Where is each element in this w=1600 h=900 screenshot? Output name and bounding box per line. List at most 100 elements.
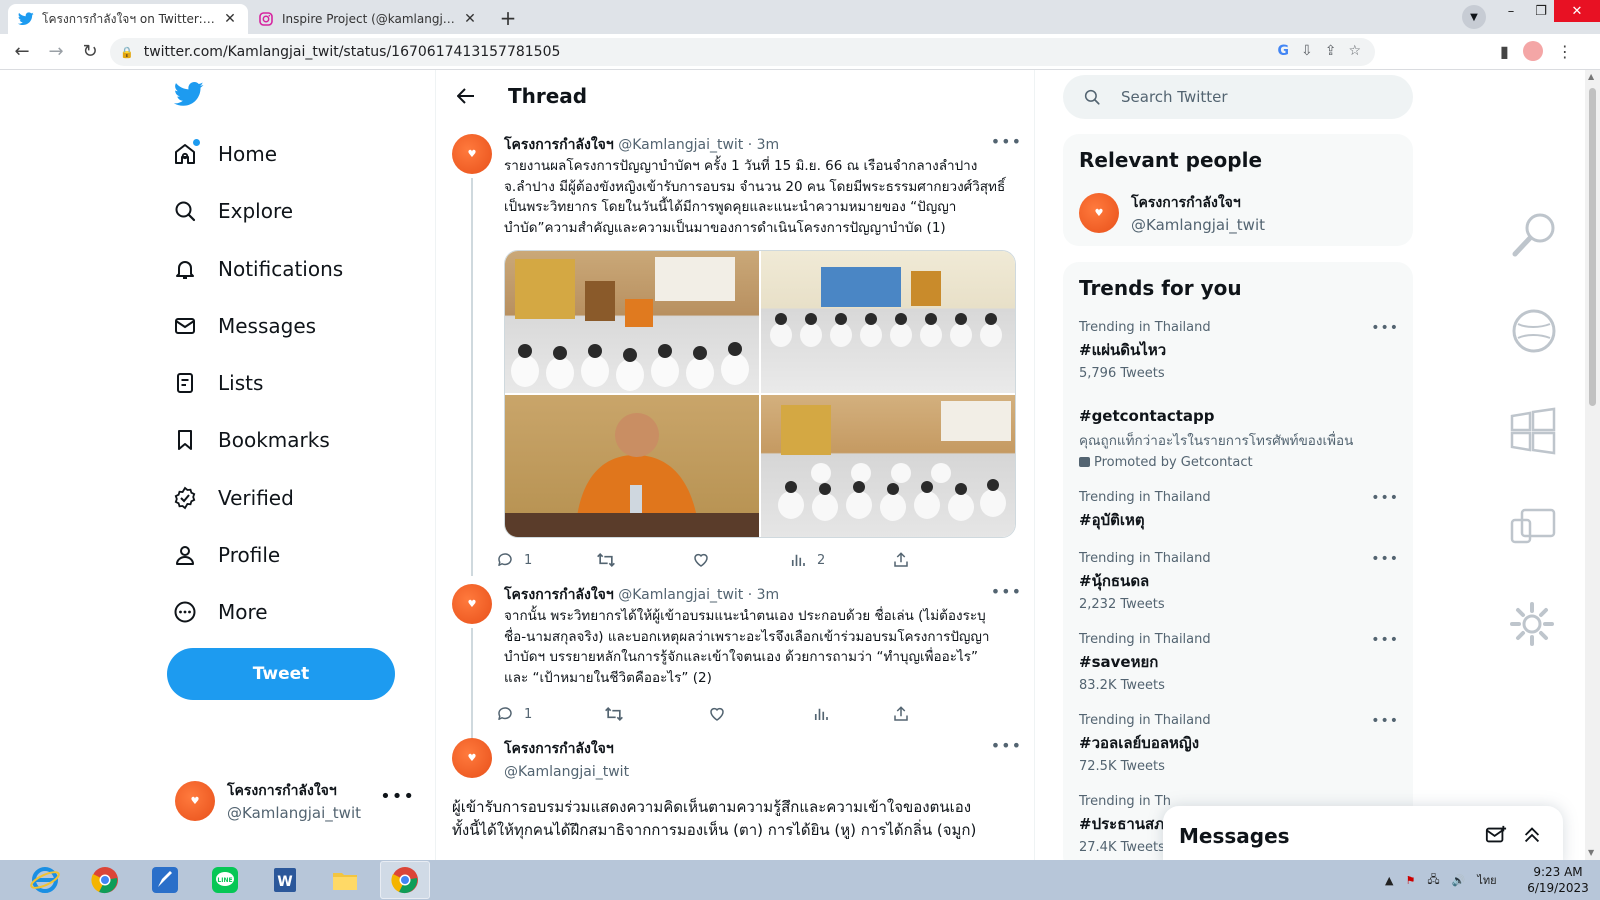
author-handle[interactable]: @Kamlangjai_twit: [504, 764, 629, 780]
thread-line: [471, 628, 473, 742]
address-bar[interactable]: 🔒 twitter.com/Kamlangjai_twit/status/167…: [110, 38, 1375, 66]
internet-explorer-icon[interactable]: [20, 861, 70, 899]
author-handle[interactable]: @Kamlangjai_twit: [618, 587, 743, 603]
nav-item-profile[interactable]: Profile: [172, 531, 304, 579]
relevant-person[interactable]: ♥ โครงการกำลังใจฯ @Kamlangjai_twit: [1079, 192, 1265, 234]
photo-1[interactable]: [505, 251, 759, 393]
search-input[interactable]: Search Twitter: [1063, 75, 1413, 119]
back-arrow-icon[interactable]: ←: [6, 36, 38, 68]
share-button[interactable]: [892, 548, 910, 572]
trend-item-promoted[interactable]: #getcontactapp คุณถูกแท็กว่าอะไรในรายการ…: [1079, 404, 1399, 470]
scrollbar-thumb[interactable]: [1589, 88, 1596, 406]
nav-item-verified[interactable]: Verified: [172, 474, 318, 522]
more-dots-icon[interactable]: •••: [991, 132, 1022, 151]
like-button[interactable]: [708, 702, 726, 726]
more-dots-icon[interactable]: •••: [380, 786, 415, 807]
side-panel-icon[interactable]: ▮: [1500, 42, 1509, 61]
trend-item[interactable]: Trending in Thailand #อุบัติเหตุ •••: [1079, 490, 1399, 532]
scroll-down-icon[interactable]: ▼: [1588, 848, 1594, 857]
input-language[interactable]: ไทย: [1477, 871, 1496, 889]
nav-item-more[interactable]: More: [172, 588, 292, 636]
close-tab-icon[interactable]: ✕: [222, 11, 238, 27]
nav-item-lists[interactable]: Lists: [172, 359, 287, 407]
forward-arrow-icon[interactable]: →: [40, 36, 72, 68]
nav-item-bookmarks[interactable]: Bookmarks: [172, 416, 354, 464]
like-button[interactable]: [692, 548, 720, 572]
account-switcher[interactable]: ♥ โครงการกำลังใจฯ @Kamlangjai_twit •••: [175, 776, 415, 826]
google-lens-icon[interactable]: G: [1277, 43, 1289, 59]
reply-button[interactable]: 1: [496, 548, 532, 572]
tweet-time[interactable]: · 3m: [748, 137, 779, 153]
volume-icon[interactable]: 🔊: [1452, 874, 1466, 887]
more-dots-icon[interactable]: •••: [1371, 490, 1399, 506]
chrome-active-icon[interactable]: [380, 861, 430, 899]
photo-2[interactable]: [761, 251, 1015, 393]
restore-window-button[interactable]: ❐: [1526, 0, 1556, 22]
bookmark-star-icon[interactable]: ☆: [1348, 43, 1361, 59]
avatar[interactable]: ♥: [452, 134, 492, 174]
close-tab-icon[interactable]: ✕: [462, 11, 478, 27]
line-app-icon[interactable]: LINE: [200, 861, 250, 899]
nav-item-explore[interactable]: Explore: [172, 187, 317, 235]
messages-drawer[interactable]: Messages: [1163, 806, 1563, 860]
file-explorer-icon[interactable]: [320, 861, 370, 899]
chevron-up-icon[interactable]: [1521, 824, 1543, 846]
reply-button[interactable]: 1: [496, 702, 532, 726]
views-button[interactable]: [812, 702, 830, 726]
author-handle[interactable]: @Kamlangjai_twit: [618, 137, 743, 153]
retweet-button[interactable]: [596, 548, 626, 572]
author-name[interactable]: โครงการกำลังใจฯ: [504, 738, 629, 760]
tweet-time[interactable]: · 3m: [748, 587, 779, 603]
share-button[interactable]: [892, 702, 910, 726]
author-name[interactable]: โครงการกำลังใจฯ: [504, 587, 614, 603]
more-dots-icon[interactable]: •••: [991, 582, 1022, 601]
back-arrow-icon[interactable]: [454, 84, 478, 108]
nav-item-notifications[interactable]: Notifications: [172, 245, 367, 293]
close-window-button[interactable]: ✕: [1554, 0, 1600, 22]
word-app-icon[interactable]: W: [260, 861, 310, 899]
new-message-icon[interactable]: [1485, 824, 1507, 846]
tray-flag-icon[interactable]: ⚑: [1405, 874, 1415, 887]
trend-item[interactable]: Trending in Thailand #นุ้กธนดล 2,232 Twe…: [1079, 551, 1399, 612]
tab-search-chevron-icon[interactable]: ▼: [1462, 5, 1486, 29]
avatar[interactable]: ♥: [452, 738, 492, 778]
new-tab-button[interactable]: +: [494, 4, 522, 32]
browser-menu-icon[interactable]: ⋮: [1557, 42, 1573, 61]
scroll-up-icon[interactable]: ▲: [1588, 72, 1594, 81]
profile-avatar-icon[interactable]: [1522, 41, 1543, 61]
retweet-button[interactable]: [604, 702, 624, 726]
taskbar-clock[interactable]: 9:23 AM 6/19/2023: [1523, 864, 1593, 896]
install-app-icon[interactable]: ⇩: [1301, 43, 1313, 59]
tab-twitter[interactable]: โครงการกำลังใจฯ on Twitter: "ผู้เข้าร่ ✕: [8, 4, 248, 34]
nav-item-messages[interactable]: Messages: [172, 302, 340, 350]
twitter-logo-icon[interactable]: [173, 82, 204, 108]
page-scrollbar[interactable]: ▲ ▼: [1585, 70, 1600, 860]
photo-3[interactable]: [505, 395, 759, 537]
avatar[interactable]: ♥: [452, 584, 492, 624]
more-dots-icon[interactable]: •••: [991, 736, 1022, 755]
tweet-1[interactable]: ♥ โครงการกำลังใจฯ @Kamlangjai_twit · 3m …: [436, 132, 1034, 576]
photo-4[interactable]: [761, 395, 1015, 537]
trend-item[interactable]: Trending in Thailand #saveหยก 83.2K Twee…: [1079, 632, 1399, 693]
minimize-window-button[interactable]: –: [1496, 0, 1526, 22]
chrome-icon[interactable]: [80, 861, 130, 899]
more-dots-icon[interactable]: •••: [1371, 713, 1399, 729]
more-dots-icon[interactable]: •••: [1371, 320, 1399, 336]
tweet-button[interactable]: Tweet: [167, 648, 395, 700]
more-dots-icon[interactable]: •••: [1371, 551, 1399, 567]
trend-item[interactable]: Trending in Thailand #วอลเลย์บอลหญิง 72.…: [1079, 713, 1399, 774]
author-name[interactable]: โครงการกำลังใจฯ: [504, 137, 614, 153]
trend-item[interactable]: Trending in Thailand #แผ่นดินไหว 5,796 T…: [1079, 320, 1399, 381]
nav-item-home[interactable]: Home: [172, 130, 301, 178]
tab-instagram[interactable]: Inspire Project (@kamlangjai.insp ✕: [248, 4, 488, 34]
views-button[interactable]: 2: [789, 548, 825, 572]
tweet-3[interactable]: ♥ โครงการกำลังใจฯ @Kamlangjai_twit ••• ผ…: [436, 736, 1034, 860]
tray-expand-icon[interactable]: ▲: [1385, 874, 1393, 887]
share-icon[interactable]: ⇪: [1325, 43, 1337, 59]
more-dots-icon[interactable]: •••: [1371, 632, 1399, 648]
heart-icon: [694, 553, 708, 567]
reload-icon[interactable]: ↻: [74, 36, 106, 68]
network-icon[interactable]: 🖧: [1427, 871, 1439, 890]
tweet-2[interactable]: ♥ โครงการกำลังใจฯ @Kamlangjai_twit · 3m …: [436, 582, 1034, 742]
rocket-app-icon[interactable]: [140, 861, 190, 899]
